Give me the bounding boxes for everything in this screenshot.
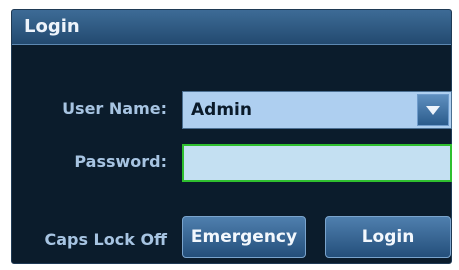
user-name-dropdown-button[interactable]	[417, 94, 449, 126]
title-bar: Login	[12, 10, 451, 45]
password-label: Password:	[74, 152, 167, 171]
user-name-value: Admin	[191, 100, 252, 120]
user-name-combobox[interactable]: Admin	[182, 91, 452, 129]
password-field[interactable]	[182, 144, 452, 182]
caps-lock-status: Caps Lock Off	[44, 230, 167, 249]
dialog-title: Login	[24, 16, 80, 37]
user-name-label: User Name:	[62, 99, 167, 118]
login-dialog: Login User Name: Admin Password: Caps Lo…	[11, 9, 452, 264]
login-button[interactable]: Login	[325, 216, 451, 258]
emergency-button[interactable]: Emergency	[182, 216, 306, 258]
chevron-down-icon	[426, 105, 440, 115]
